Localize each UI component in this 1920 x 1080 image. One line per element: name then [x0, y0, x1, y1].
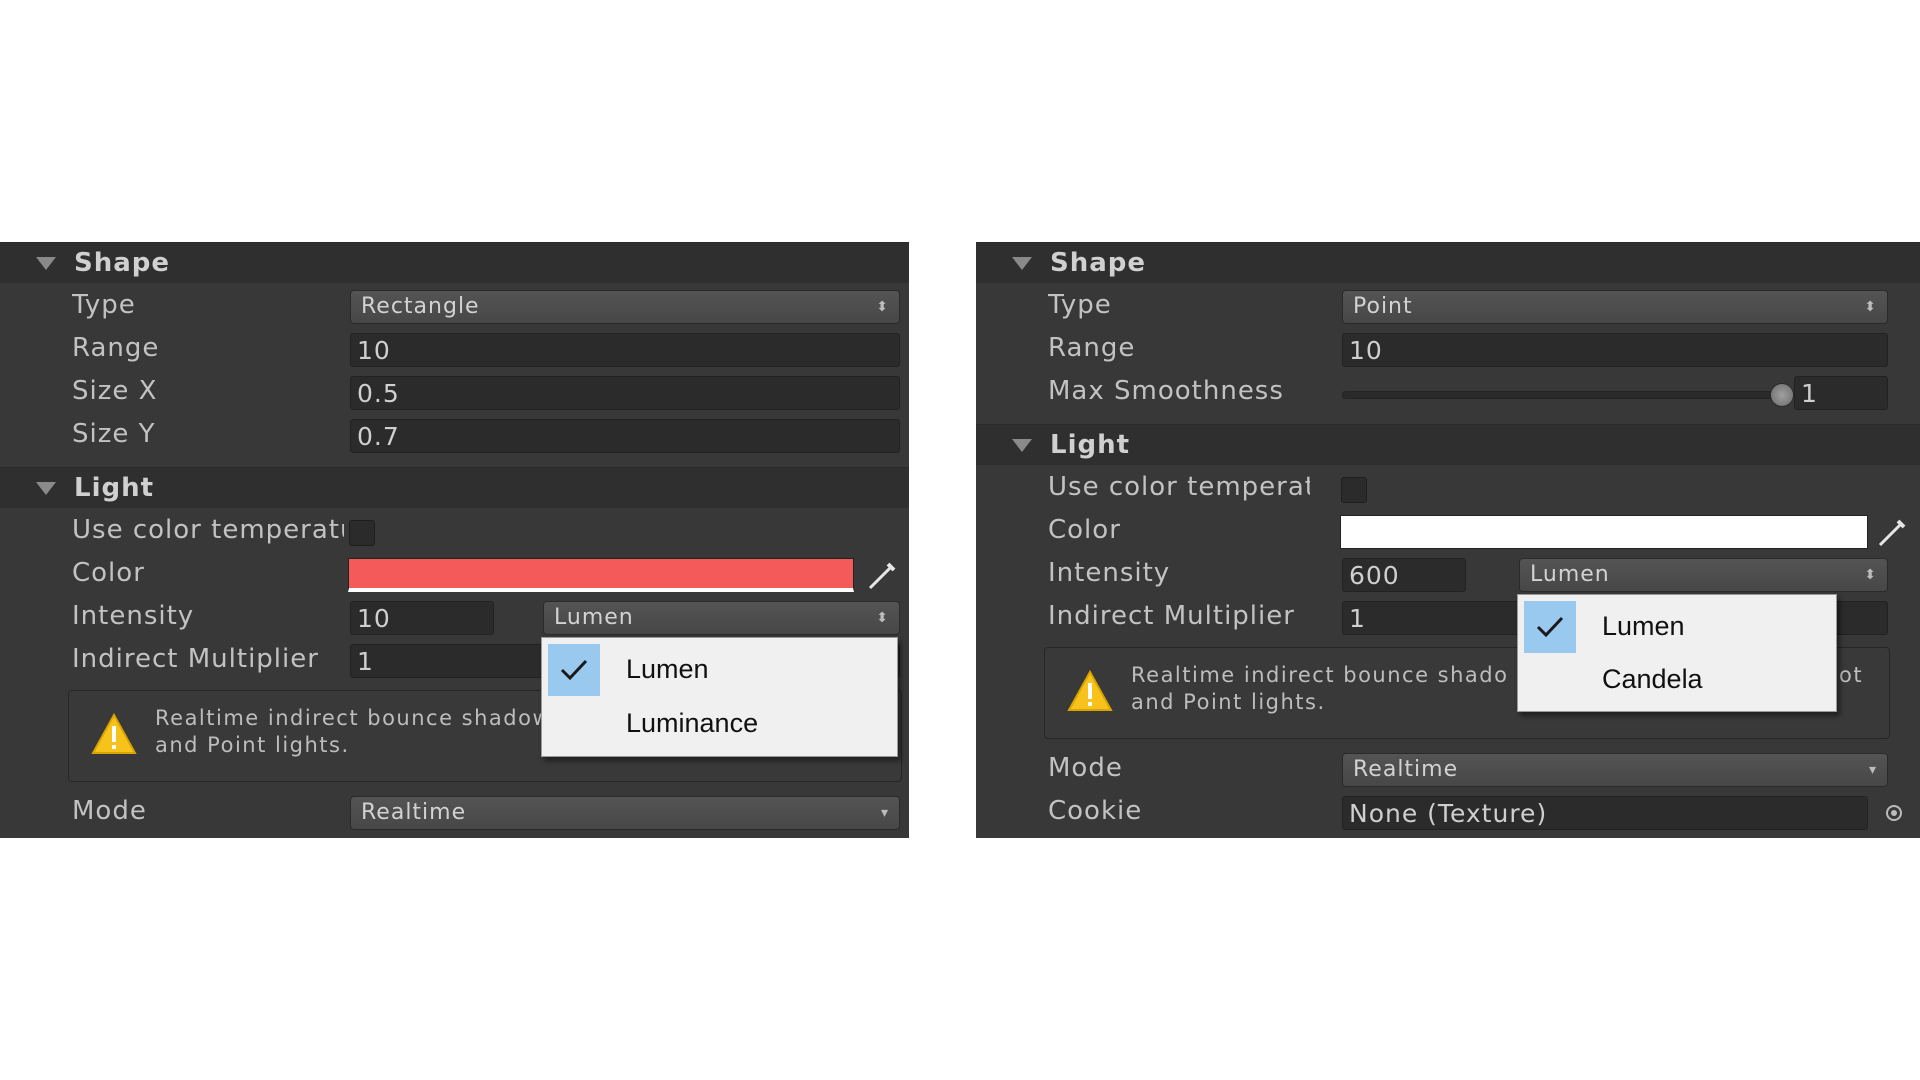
- indirect-multiplier-label: Indirect Multiplier: [72, 644, 319, 674]
- eyedropper-icon[interactable]: [866, 560, 898, 592]
- use-color-temperature-label: Use color temperatur: [1048, 472, 1310, 502]
- max-smoothness-slider-track[interactable]: [1342, 391, 1794, 399]
- intensity-unit-dropdown[interactable]: Lumen ⬍: [1519, 558, 1888, 592]
- type-label: Type: [72, 290, 136, 320]
- shape-section-header[interactable]: Shape: [976, 242, 1920, 283]
- warning-icon: [91, 713, 137, 754]
- foldout-triangle-icon[interactable]: [36, 482, 56, 495]
- inspector-panel-right: Shape Type Point ⬍ Range 10 Max Smoothne…: [976, 242, 1920, 838]
- chevron-down-icon: ▾: [1868, 762, 1877, 778]
- shape-header-label: Shape: [74, 248, 171, 278]
- intensity-field[interactable]: 600: [1342, 558, 1466, 592]
- mode-dropdown[interactable]: Realtime ▾: [350, 796, 900, 830]
- range-label: Range: [1048, 333, 1136, 363]
- inspector-panel-left: Shape Type Rectangle ⬍ Range 10 Size X 0…: [0, 242, 909, 838]
- eyedropper-icon[interactable]: [1876, 517, 1908, 549]
- mode-dropdown[interactable]: Realtime ▾: [1342, 753, 1888, 787]
- use-color-temperature-checkbox[interactable]: [1341, 477, 1367, 503]
- size-x-field[interactable]: 0.5: [350, 376, 900, 410]
- checkmark-icon: [1536, 616, 1564, 638]
- foldout-triangle-icon[interactable]: [1012, 257, 1032, 270]
- size-x-label: Size X: [72, 376, 158, 406]
- updown-arrow-icon: ⬍: [1864, 567, 1877, 583]
- type-dropdown[interactable]: Point ⬍: [1342, 290, 1888, 324]
- light-section-header[interactable]: Light: [976, 424, 1920, 465]
- menu-item-candela[interactable]: Candela: [1518, 654, 1836, 706]
- shape-header-label: Shape: [1050, 248, 1147, 278]
- mode-value: Realtime: [1353, 757, 1459, 782]
- type-value: Point: [1353, 294, 1413, 319]
- updown-arrow-icon: ⬍: [1864, 299, 1877, 315]
- mode-label: Mode: [72, 796, 147, 826]
- unit-dropdown-menu: Lumen Candela: [1517, 594, 1837, 712]
- color-label: Color: [1048, 515, 1121, 545]
- mode-label: Mode: [1048, 753, 1123, 783]
- range-field[interactable]: 10: [350, 333, 900, 367]
- range-field[interactable]: 10: [1342, 333, 1888, 367]
- type-value: Rectangle: [361, 294, 480, 319]
- menu-item-label: Lumen: [626, 654, 709, 684]
- size-y-label: Size Y: [72, 419, 156, 449]
- color-label: Color: [72, 558, 145, 588]
- mode-value: Realtime: [361, 800, 467, 825]
- menu-item-luminance[interactable]: Luminance: [542, 698, 897, 750]
- intensity-field[interactable]: 10: [350, 601, 494, 635]
- light-section-header[interactable]: Light: [0, 467, 909, 508]
- selected-check-highlight: [548, 644, 600, 696]
- object-picker-icon[interactable]: [1886, 805, 1902, 821]
- warning-icon: [1067, 670, 1113, 711]
- updown-arrow-icon: ⬍: [876, 610, 889, 626]
- cookie-label: Cookie: [1048, 796, 1143, 826]
- helpbox-line-1: Realtime indirect bounce shadow: [155, 706, 552, 730]
- intensity-label: Intensity: [1048, 558, 1171, 588]
- color-swatch[interactable]: [348, 558, 854, 592]
- light-header-label: Light: [74, 473, 155, 503]
- indirect-multiplier-label: Indirect Multiplier: [1048, 601, 1295, 631]
- use-color-temperature-checkbox[interactable]: [349, 520, 375, 546]
- intensity-label: Intensity: [72, 601, 195, 631]
- menu-item-label: Candela: [1602, 664, 1703, 694]
- type-label: Type: [1048, 290, 1112, 320]
- foldout-triangle-icon[interactable]: [36, 257, 56, 270]
- helpbox-line-2: and Point lights.: [155, 733, 350, 757]
- max-smoothness-label: Max Smoothness: [1048, 376, 1284, 406]
- max-smoothness-slider-thumb[interactable]: [1770, 383, 1794, 407]
- selected-check-highlight: [1524, 601, 1576, 653]
- max-smoothness-field[interactable]: 1: [1794, 376, 1888, 410]
- checkmark-icon: [560, 659, 588, 681]
- helpbox-line-2: and Point lights.: [1131, 690, 1326, 714]
- intensity-unit-value: Lumen: [554, 605, 634, 630]
- intensity-unit-dropdown[interactable]: Lumen ⬍: [543, 601, 900, 635]
- chevron-down-icon: ▾: [880, 805, 889, 821]
- menu-item-label: Luminance: [626, 708, 759, 738]
- cookie-field[interactable]: None (Texture): [1342, 796, 1868, 830]
- use-color-temperature-label: Use color temperatu: [72, 515, 344, 545]
- light-header-label: Light: [1050, 430, 1131, 460]
- intensity-unit-value: Lumen: [1530, 562, 1610, 587]
- unit-dropdown-menu: Lumen Luminance: [541, 637, 898, 757]
- size-y-field[interactable]: 0.7: [350, 419, 900, 453]
- menu-item-lumen[interactable]: Lumen: [1518, 601, 1836, 653]
- helpbox-line-1-tail: ot: [1839, 663, 1864, 687]
- updown-arrow-icon: ⬍: [876, 299, 889, 315]
- menu-item-lumen[interactable]: Lumen: [542, 644, 897, 696]
- menu-item-label: Lumen: [1602, 611, 1685, 641]
- range-label: Range: [72, 333, 160, 363]
- foldout-triangle-icon[interactable]: [1012, 439, 1032, 452]
- shape-section-header[interactable]: Shape: [0, 242, 909, 283]
- color-swatch[interactable]: [1340, 515, 1868, 549]
- type-dropdown[interactable]: Rectangle ⬍: [350, 290, 900, 324]
- helpbox-line-1: Realtime indirect bounce shado: [1131, 663, 1509, 687]
